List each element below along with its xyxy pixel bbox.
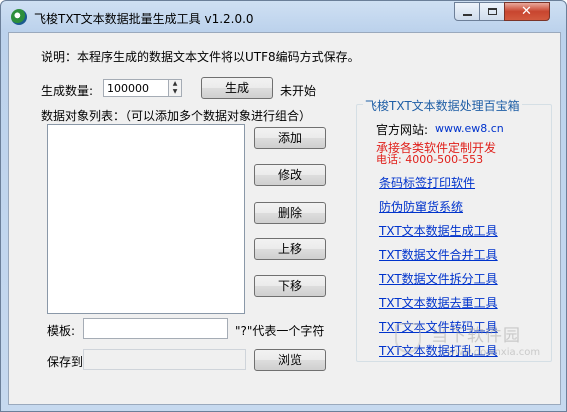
maximize-button[interactable] (479, 2, 505, 21)
link-txt-generator[interactable]: TXT文本数据生成工具 (379, 222, 498, 239)
data-list-label: 数据对象列表：（可以添加多个数据对象进行组合） (41, 109, 312, 123)
link-barcode-label-software[interactable]: 条码标签打印软件 (379, 174, 475, 191)
app-logo-icon (11, 9, 27, 25)
edit-button[interactable]: 修改 (254, 164, 326, 186)
watermark: 当下软件园 www.downxia.com (391, 317, 541, 372)
watermark-shield-icon (395, 323, 421, 353)
spin-down-icon[interactable]: ▼ (169, 88, 181, 96)
title-bar[interactable]: 飞梭TXT文本数据批量生成工具 v1.2.0.0 ✕ (1, 1, 566, 33)
delete-button[interactable]: 删除 (254, 202, 326, 224)
spin-up-icon[interactable]: ▲ (169, 80, 181, 88)
minimize-icon (463, 14, 472, 16)
save-path-input[interactable] (83, 349, 246, 370)
link-anti-counterfeit-system[interactable]: 防伪防窜货系统 (379, 198, 463, 215)
close-button[interactable]: ✕ (504, 2, 550, 21)
browse-button[interactable]: 浏览 (254, 349, 326, 371)
app-window: 飞梭TXT文本数据批量生成工具 v1.2.0.0 ✕ 说明：本程序生成的数据文本… (0, 0, 567, 412)
watermark-text: 当下软件园 (431, 326, 521, 346)
close-icon: ✕ (521, 4, 532, 19)
data-object-list[interactable] (47, 124, 245, 314)
template-hint: "?"代表一个字符 (235, 324, 325, 338)
generate-count-label: 生成数量: (41, 84, 94, 98)
official-site-label: 官方网站: (376, 123, 429, 137)
template-label: 模板: (47, 324, 76, 338)
official-site-url[interactable]: www.ew8.cn (435, 122, 504, 135)
link-txt-merge[interactable]: TXT数据文件合并工具 (379, 246, 498, 263)
toolbox-title: 飞梭TXT文本数据处理百宝箱 (363, 97, 522, 114)
save-to-label: 保存到: (47, 355, 88, 369)
link-txt-split[interactable]: TXT数据文件拆分工具 (379, 270, 498, 287)
generate-count-input[interactable] (103, 79, 169, 97)
link-txt-dedupe[interactable]: TXT文本数据去重工具 (379, 294, 498, 311)
description-text: 说明：本程序生成的数据文本文件将以UTF8编码方式保存。 (41, 50, 360, 64)
add-button[interactable]: 添加 (254, 127, 326, 149)
phone-text: 电话: 4000-500-553 (376, 153, 484, 166)
minimize-button[interactable] (454, 2, 480, 21)
template-input[interactable] (83, 318, 228, 339)
window-title: 飞梭TXT文本数据批量生成工具 v1.2.0.0 (34, 12, 254, 26)
watermark-url: www.downxia.com (447, 347, 541, 358)
generate-status: 未开始 (280, 84, 317, 98)
move-down-button[interactable]: 下移 (254, 275, 326, 297)
count-spinner[interactable]: ▲ ▼ (168, 79, 182, 97)
maximize-icon (488, 8, 497, 15)
move-up-button[interactable]: 上移 (254, 238, 326, 260)
generate-button[interactable]: 生成 (201, 77, 273, 99)
